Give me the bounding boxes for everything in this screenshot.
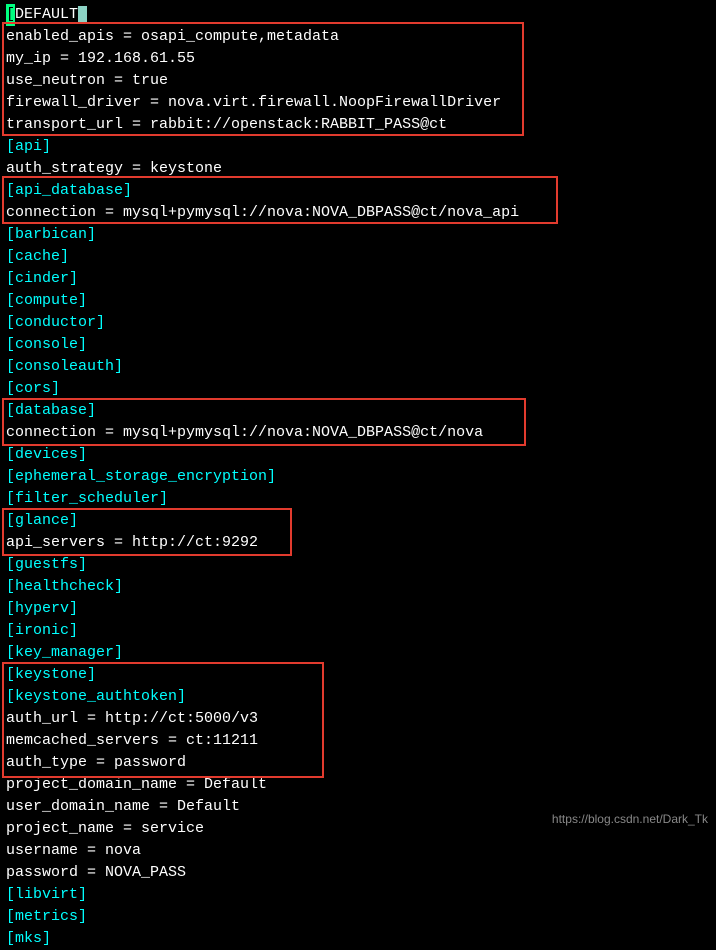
section-header: [healthcheck]: [6, 576, 710, 598]
section-header: [libvirt]: [6, 884, 710, 906]
bracket-open: [: [6, 4, 15, 26]
config-line: auth_type = password: [6, 752, 710, 774]
section-header: [consoleauth]: [6, 356, 710, 378]
config-line: username = nova: [6, 840, 710, 862]
section-header: [cache]: [6, 246, 710, 268]
section-header: [console]: [6, 334, 710, 356]
section-header: [hyperv]: [6, 598, 710, 620]
cursor-block: [78, 6, 87, 24]
section-header: [metrics]: [6, 906, 710, 928]
section-header: [filter_scheduler]: [6, 488, 710, 510]
config-line: my_ip = 192.168.61.55: [6, 48, 710, 70]
config-line: use_neutron = true: [6, 70, 710, 92]
section-header: [key_manager]: [6, 642, 710, 664]
section-header: [keystone]: [6, 664, 710, 686]
section-header: [devices]: [6, 444, 710, 466]
section-header: [ironic]: [6, 620, 710, 642]
section-header: [barbican]: [6, 224, 710, 246]
section-header: [guestfs]: [6, 554, 710, 576]
section-header: [database]: [6, 400, 710, 422]
section-header: [compute]: [6, 290, 710, 312]
config-line: firewall_driver = nova.virt.firewall.Noo…: [6, 92, 710, 114]
section-header: [mks]: [6, 928, 710, 950]
config-line: api_servers = http://ct:9292: [6, 532, 710, 554]
config-line: password = NOVA_PASS: [6, 862, 710, 884]
section-header: [ephemeral_storage_encryption]: [6, 466, 710, 488]
config-line: connection = mysql+pymysql://nova:NOVA_D…: [6, 202, 710, 224]
config-line: auth_url = http://ct:5000/v3: [6, 708, 710, 730]
config-header: [DEFAULT: [6, 4, 710, 26]
config-line: memcached_servers = ct:11211: [6, 730, 710, 752]
config-line: connection = mysql+pymysql://nova:NOVA_D…: [6, 422, 710, 444]
config-line: auth_strategy = keystone: [6, 158, 710, 180]
config-line: enabled_apis = osapi_compute,metadata: [6, 26, 710, 48]
section-header: [keystone_authtoken]: [6, 686, 710, 708]
section-header: [cinder]: [6, 268, 710, 290]
config-line: transport_url = rabbit://openstack:RABBI…: [6, 114, 710, 136]
section-header: [glance]: [6, 510, 710, 532]
section-header: [api]: [6, 136, 710, 158]
config-line: project_domain_name = Default: [6, 774, 710, 796]
section-header: [conductor]: [6, 312, 710, 334]
section-header: [cors]: [6, 378, 710, 400]
header-label: DEFAULT: [15, 4, 78, 26]
watermark-text: https://blog.csdn.net/Dark_Tk: [552, 808, 708, 830]
section-header: [api_database]: [6, 180, 710, 202]
